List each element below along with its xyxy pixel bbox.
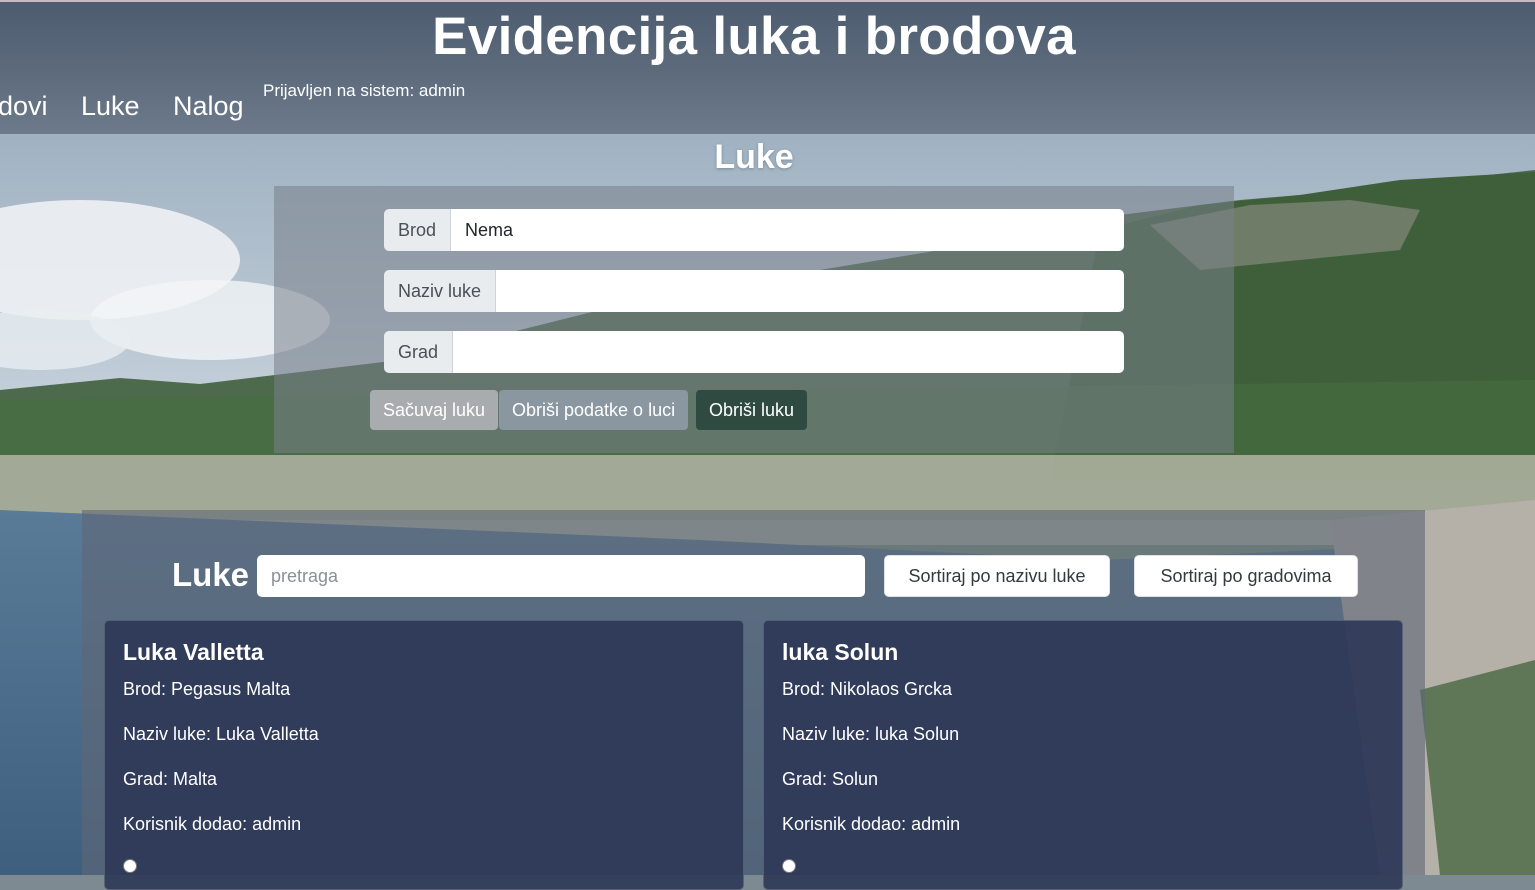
port-name-input-group: Naziv luke	[384, 270, 1124, 312]
form-section-title: Luke	[714, 138, 794, 176]
card-title: Luka Valletta	[123, 639, 264, 665]
login-status: Prijavljen na sistem: admin	[263, 81, 466, 100]
nav-item-nalog[interactable]: Nalog	[173, 91, 244, 122]
nav-item-luke[interactable]: Luke	[81, 91, 140, 122]
nav-item-brodovi[interactable]: dovi	[0, 91, 48, 122]
card-port-name: Naziv luke: Luka Valletta	[123, 724, 319, 744]
card-select-radio[interactable]	[123, 859, 137, 873]
ship-field[interactable]	[451, 209, 1124, 251]
list-title: Luke	[172, 556, 250, 593]
city-label: Grad	[384, 331, 454, 373]
card-ship: Brod: Pegasus Malta	[123, 679, 291, 699]
card-city: Grad: Solun	[782, 769, 879, 789]
card-title: luka Solun	[782, 639, 899, 665]
ship-label: Brod	[384, 209, 452, 251]
search-input[interactable]	[257, 555, 865, 597]
save-port-button[interactable]: Sačuvaj luku	[370, 390, 499, 430]
city-field[interactable]	[453, 331, 1124, 373]
port-form-panel: Brod Naziv luke Grad Sačuvaj luku Obriši…	[274, 186, 1234, 453]
delete-port-button[interactable]: Obriši luku	[696, 390, 808, 430]
site-title: Evidencija luka i brodova	[432, 7, 1076, 66]
ports-list-panel: Luke Sortiraj po nazivu luke Sortiraj po…	[82, 510, 1425, 890]
port-name-field[interactable]	[496, 270, 1124, 312]
card-added-by: Korisnik dodao: admin	[123, 814, 302, 834]
port-card: Luka Valletta Brod: Pegasus Malta Naziv …	[104, 620, 744, 890]
card-ship: Brod: Nikolaos Grcka	[782, 679, 953, 699]
ship-input-group: Brod	[384, 209, 1124, 251]
card-city: Grad: Malta	[123, 769, 218, 789]
sort-by-city-button[interactable]: Sortiraj po gradovima	[1134, 555, 1358, 597]
sort-by-name-button[interactable]: Sortiraj po nazivu luke	[884, 555, 1110, 597]
card-added-by: Korisnik dodao: admin	[782, 814, 961, 834]
port-name-label: Naziv luke	[384, 270, 497, 312]
card-port-name: Naziv luke: luka Solun	[782, 724, 960, 744]
clear-port-data-button[interactable]: Obriši podatke o luci	[499, 390, 689, 430]
header-bar: Evidencija luka i brodova dovi Luke Nalo…	[0, 0, 1535, 134]
port-card: luka Solun Brod: Nikolaos Grcka Naziv lu…	[763, 620, 1403, 890]
city-input-group: Grad	[384, 331, 1124, 373]
card-select-radio[interactable]	[782, 859, 796, 873]
